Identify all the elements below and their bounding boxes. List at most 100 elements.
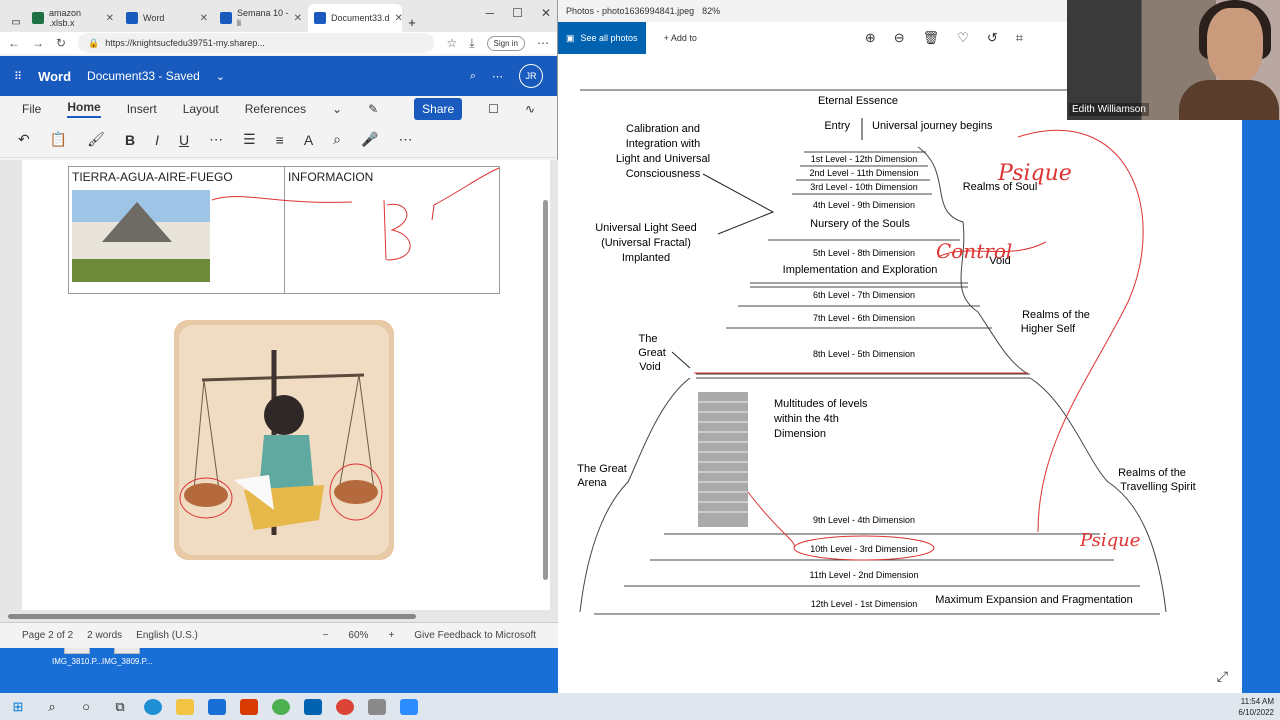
more-icon[interactable]: ⋯ xyxy=(398,131,412,148)
sign-in-button[interactable]: Sign in xyxy=(486,35,525,51)
diagram-label: Arena xyxy=(577,477,607,489)
address-bar: ← → ↻ 🔒 https://knightsucfedu39751-my.sha… xyxy=(0,32,557,54)
pen-icon[interactable]: ✎ xyxy=(368,102,378,116)
chrome-icon[interactable] xyxy=(336,698,354,715)
search-icon[interactable]: ⌕ xyxy=(470,70,476,83)
favorite-icon[interactable]: ♡ xyxy=(957,30,969,46)
new-tab-icon[interactable]: + xyxy=(402,12,422,32)
system-clock[interactable]: 11:54 AM 6/10/2022 xyxy=(1238,696,1274,718)
close-icon[interactable]: ✕ xyxy=(106,13,114,24)
close-window-icon[interactable]: ✕ xyxy=(541,6,551,20)
photos-icon[interactable] xyxy=(304,698,322,715)
tab-actions-icon[interactable]: ▭ xyxy=(6,12,26,32)
tab-layout[interactable]: Layout xyxy=(183,102,219,116)
browser-tab-active[interactable]: Document33.d ✕ xyxy=(308,4,403,32)
diagram-label: Calibration and xyxy=(626,123,700,135)
level-label: 5th Level - 8th Dimension xyxy=(813,248,915,258)
underline-button[interactable]: U xyxy=(179,132,189,148)
level-label: 4th Level - 9th Dimension xyxy=(813,200,915,210)
zoom-in-icon[interactable]: ⊕ xyxy=(865,30,876,46)
office-icon[interactable] xyxy=(240,698,258,715)
browser-tab[interactable]: amazon .xlsb.x ✕ xyxy=(26,4,120,32)
dictate-icon[interactable]: 🎤 xyxy=(361,131,378,148)
feedback-link[interactable]: Give Feedback to Microsoft xyxy=(414,630,536,641)
favorites-icon[interactable]: ☆ xyxy=(446,36,457,50)
app-launcher-icon[interactable]: ⠿ xyxy=(14,70,22,83)
delete-icon[interactable]: 🗑 xyxy=(923,30,940,46)
chevron-down-icon[interactable]: ⌄ xyxy=(332,102,342,116)
windows-start-icon[interactable]: ⊞ xyxy=(8,697,28,717)
more-icon[interactable]: ⋯ xyxy=(209,131,223,148)
align-icon[interactable]: ≡ xyxy=(276,132,284,148)
forward-icon[interactable]: → xyxy=(32,36,44,50)
expand-icon[interactable]: ⤢ xyxy=(1217,668,1228,685)
edge-icon[interactable] xyxy=(144,698,162,715)
zoom-out-icon[interactable]: − xyxy=(323,630,329,641)
mail-icon[interactable] xyxy=(208,698,226,715)
refresh-icon[interactable]: ↻ xyxy=(56,36,66,50)
share-button[interactable]: Share xyxy=(414,98,463,120)
undo-icon[interactable]: ↶ xyxy=(18,131,30,148)
file-explorer-icon[interactable] xyxy=(176,698,194,715)
dimensions-diagram[interactable]: Eternal Essence Entry Universal journey … xyxy=(568,62,1228,652)
see-all-photos-button[interactable]: ▣ See all photos xyxy=(558,22,646,54)
gallery-icon: ▣ xyxy=(566,32,575,43)
chevron-down-icon[interactable]: ⌄ xyxy=(216,70,225,83)
snipping-icon[interactable] xyxy=(368,698,386,715)
zoom-icon[interactable] xyxy=(400,698,418,715)
language[interactable]: English (U.S.) xyxy=(136,630,198,641)
diagram-label: Higher Self xyxy=(1021,323,1076,335)
add-to-button[interactable]: + Add to xyxy=(664,33,697,43)
italic-button[interactable]: I xyxy=(155,132,159,148)
document-title[interactable]: Document33 - Saved xyxy=(87,69,200,83)
close-icon[interactable]: ✕ xyxy=(294,13,302,24)
avatar[interactable]: JR xyxy=(519,64,543,88)
diagram-label: Great xyxy=(638,347,666,359)
status-bar: Page 2 of 2 2 words English (U.S.) − 60%… xyxy=(0,622,558,648)
find-icon[interactable]: ⌕ xyxy=(333,131,341,148)
rotate-icon[interactable]: ↺ xyxy=(987,30,998,46)
activity-icon[interactable]: ∿ xyxy=(525,102,535,116)
browser-tab[interactable]: Word ✕ xyxy=(120,4,214,32)
word-icon xyxy=(126,12,138,24)
chrome-icon[interactable] xyxy=(272,698,290,715)
diagram-label: The xyxy=(639,333,658,345)
bold-button[interactable]: B xyxy=(125,132,135,148)
zoom-level[interactable]: 60% xyxy=(348,630,368,641)
document-page[interactable]: TIERRA-AGUA-AIRE-FUEGO INFORMACION xyxy=(22,160,550,610)
level-label: 3rd Level - 10th Dimension xyxy=(810,182,918,192)
download-icon[interactable]: ⤓ xyxy=(469,36,474,51)
word-icon xyxy=(314,12,326,24)
vertical-scrollbar[interactable] xyxy=(543,200,548,580)
diagram-svg: Eternal Essence Entry Universal journey … xyxy=(577,89,1196,615)
tab-insert[interactable]: Insert xyxy=(127,102,157,116)
cortana-icon[interactable]: ○ xyxy=(76,697,96,717)
minimize-icon[interactable]: ─ xyxy=(486,6,495,20)
comment-icon[interactable]: ☐ xyxy=(488,102,499,116)
zoom-in-icon[interactable]: + xyxy=(388,630,394,641)
anubis-image[interactable] xyxy=(174,320,394,560)
task-view-icon[interactable]: ⧉ xyxy=(110,697,130,717)
more-options-icon[interactable]: ⋯ xyxy=(492,70,503,83)
back-icon[interactable]: ← xyxy=(8,36,20,50)
styles-icon[interactable]: A xyxy=(304,132,313,148)
diagram-label: Multitudes of levels xyxy=(774,398,868,410)
more-icon[interactable]: ⋯ xyxy=(537,36,549,50)
paste-icon[interactable]: 📋 xyxy=(50,131,67,148)
bullets-icon[interactable]: ☰ xyxy=(243,131,256,148)
tab-references[interactable]: References xyxy=(245,102,306,116)
zoom-out-icon[interactable]: ⊖ xyxy=(894,30,905,46)
search-icon[interactable]: ⌕ xyxy=(42,697,62,717)
url-field[interactable]: 🔒 https://knightsucfedu39751-my.sharep... xyxy=(78,33,435,53)
format-painter-icon[interactable]: 🖌 xyxy=(87,131,105,148)
browser-tab[interactable]: Semana 10 - li ✕ xyxy=(214,4,308,32)
ink-annotations xyxy=(211,167,500,261)
close-icon[interactable]: ✕ xyxy=(200,13,208,24)
tab-home[interactable]: Home xyxy=(67,100,101,118)
tab-file[interactable]: File xyxy=(22,102,41,116)
maximize-icon[interactable]: ☐ xyxy=(512,6,523,20)
word-count: 2 words xyxy=(87,630,123,641)
diagram-label: Implementation and Exploration xyxy=(783,264,938,276)
crop-icon[interactable]: ⌗ xyxy=(1016,30,1023,46)
horizontal-scrollbar[interactable] xyxy=(8,614,416,619)
